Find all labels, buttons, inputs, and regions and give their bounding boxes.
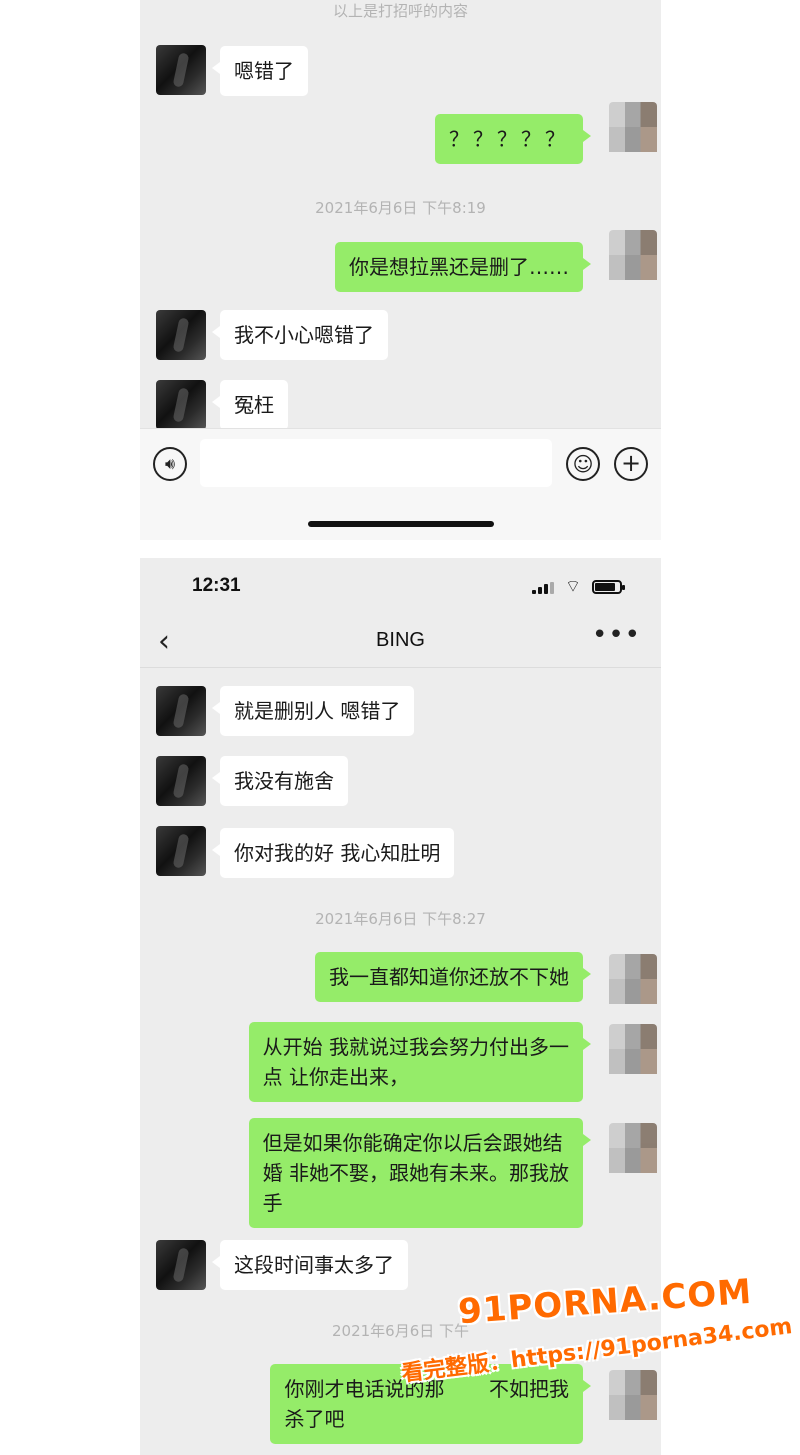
contact-avatar[interactable] (156, 310, 206, 360)
contact-avatar[interactable] (156, 380, 206, 430)
home-indicator[interactable] (308, 521, 494, 527)
message-bubble[interactable]: ？？？？？ (435, 114, 591, 164)
message-bubble[interactable]: 就是删别人 嗯错了 (211, 686, 415, 736)
self-avatar[interactable] (609, 1123, 657, 1173)
self-avatar[interactable] (609, 230, 657, 280)
plus-icon[interactable]: + (614, 447, 648, 481)
emoji-icon[interactable]: ☺ (566, 447, 600, 481)
chat-title: BING (376, 629, 425, 651)
voice-icon[interactable]: 🔊︎ (153, 447, 187, 481)
contact-avatar[interactable] (156, 686, 206, 736)
message-bubble[interactable]: 但是如果你能确定你以后会跟她结 婚 非她不娶，跟她有未来。那我放 手 (248, 1118, 592, 1228)
contact-avatar[interactable] (156, 826, 206, 876)
self-avatar[interactable] (609, 1024, 657, 1074)
message-timestamp: 2021年6月6日 下午8:27 (315, 910, 486, 928)
status-time: 12:31 (192, 575, 241, 596)
battery-icon (592, 580, 625, 594)
message-bubble[interactable]: 这段时间事太多了 (212, 1240, 408, 1290)
message-bubble[interactable]: 嗯错了 (212, 46, 308, 96)
chat-panel-top: 以上是打招呼的内容 嗯错了 ？？？？？ 2021年6月6日 下午8:19 你是想… (140, 0, 661, 540)
message-bubble[interactable]: 我一直都知道你还放不下她 (315, 952, 591, 1002)
contact-avatar[interactable] (156, 45, 206, 95)
signal-icon (532, 582, 554, 594)
wifi-icon: ⌔ (565, 577, 581, 597)
message-input-bar: 🔊︎ ☺ + (140, 428, 661, 540)
message-bubble[interactable]: 你对我的好 我心知肚明 (211, 828, 455, 878)
contact-avatar[interactable] (156, 756, 206, 806)
self-avatar[interactable] (609, 954, 657, 1004)
more-icon[interactable]: ••• (592, 620, 641, 650)
watermark: 91PORNA.COM 看完整版：https://91porna34.com (400, 1272, 800, 1422)
contact-avatar[interactable] (156, 1240, 206, 1290)
message-input[interactable] (200, 439, 552, 487)
message-timestamp: 2021年6月6日 下午8:19 (315, 199, 486, 217)
message-bubble[interactable]: 从开始 我就说过我会努力付出多一 点 让你走出来， (248, 1022, 592, 1102)
message-bubble[interactable]: 你是想拉黑还是删了…… (335, 242, 591, 292)
self-avatar[interactable] (609, 102, 657, 152)
status-bar: 12:31 ⌔ (140, 558, 661, 616)
message-bubble[interactable]: 冤枉 (212, 380, 288, 430)
message-bubble[interactable]: 我不小心嗯错了 (212, 310, 388, 360)
chat-header: ‹ BING ••• (140, 616, 661, 668)
system-notice: 以上是打招呼的内容 (332, 2, 468, 20)
message-bubble[interactable]: 我没有施舍 (212, 756, 348, 806)
